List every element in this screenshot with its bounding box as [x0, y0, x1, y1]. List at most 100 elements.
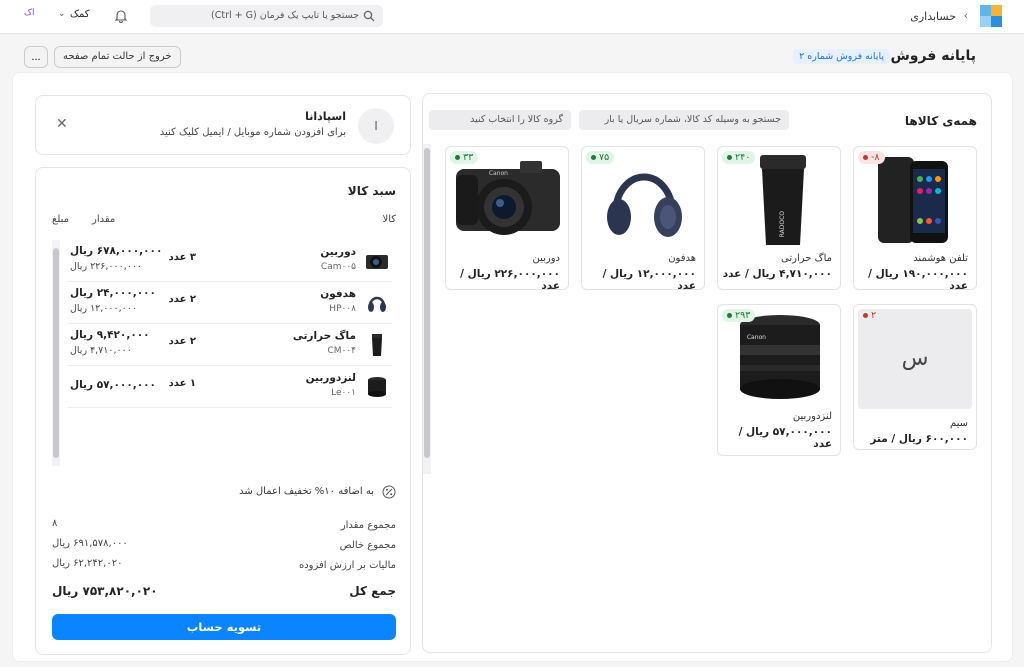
column-header-item: کالا	[382, 214, 396, 225]
cart-item-name: ماگ حرارتی	[292, 330, 356, 342]
discount-applied-text: به اضافه ۱۰% تخفیف اعمال شد	[239, 486, 374, 497]
cart-scrollbar[interactable]	[52, 240, 60, 466]
user-avatar[interactable]: اک	[24, 8, 35, 18]
app-name[interactable]: حسابداری	[910, 10, 956, 23]
cart-item-qty[interactable]: ۳ عدد	[169, 252, 196, 263]
product-card[interactable]: -۸ تلفن هوشمند ۱۹۰,۰۰۰,۰۰۰ ریال / عدد	[853, 146, 977, 292]
page-title: پایانه فروش	[890, 48, 976, 64]
product-price: ۴,۷۱۰,۰۰۰ ریال / عدد	[722, 268, 832, 280]
catalog-title: همه‌ی کالاها	[904, 114, 977, 128]
product-search-input[interactable]: جستجو به وسیله کد کالا، شماره سریال یا ب…	[579, 110, 789, 130]
stock-badge: -۸	[858, 151, 885, 164]
product-card[interactable]: س ۲ سیم ۶۰۰,۰۰۰ ریال / متر	[853, 304, 977, 450]
product-price: ۲۲۶,۰۰۰,۰۰۰ ریال / عدد	[460, 268, 560, 292]
checkout-button[interactable]: تسویه حساب	[52, 614, 396, 640]
chevron-left-icon: ›	[963, 9, 968, 22]
product-price: ۶۰۰,۰۰۰ ریال / متر	[870, 433, 968, 445]
cart-item-unit-price: ۱۲,۰۰۰,۰۰۰ ریال	[70, 303, 137, 314]
more-options-button[interactable]: ...	[24, 46, 48, 68]
product-name: تلفن هوشمند	[913, 253, 968, 264]
cart-panel: سبد کالا کالا مقدار مبلغ دوربین Cam۰۰۵ ۳…	[35, 167, 411, 655]
global-search-input[interactable]: جستجو یا تایپ یک فرمان (Ctrl + G)	[150, 5, 383, 27]
chevron-down-icon: ⌄	[58, 9, 66, 19]
vat-label: مالیات بر ارزش افزوده	[298, 560, 396, 571]
help-menu[interactable]: کمک	[70, 9, 90, 20]
product-price: ۱۹۰,۰۰۰,۰۰۰ ریال / عدد	[868, 268, 968, 292]
cart-row[interactable]: لنزدوربین Le۰۰۱ ۱ عدد ۵۷,۰۰۰,۰۰۰ ریال	[68, 366, 392, 408]
camera-lens-image: Canon	[722, 309, 836, 405]
customer-contact-hint[interactable]: برای افزودن شماره موبایل / ایمیل کلیک کن…	[160, 127, 346, 138]
cart-item-total: ۹,۴۲۰,۰۰۰ ریال	[70, 329, 150, 341]
cart-item-qty[interactable]: ۲ عدد	[169, 294, 196, 305]
app-logo-icon[interactable]	[980, 5, 1002, 27]
cart-item-code: Le۰۰۱	[331, 388, 356, 398]
product-card[interactable]: ۷۵ هدفون ۱۲,۰۰۰,۰۰۰ ریال / عدد	[581, 146, 705, 292]
terminal-badge: پایانه فروش شماره ۲	[793, 49, 890, 64]
discount-percent-icon	[382, 485, 396, 499]
cart-item-unit-price: ۲۲۶,۰۰۰,۰۰۰ ریال	[70, 261, 143, 272]
net-total-label: مجموع خالص	[339, 540, 396, 551]
product-price: ۱۲,۰۰۰,۰۰۰ ریال / عدد	[602, 268, 696, 292]
customer-panel[interactable]: ا اسپادانا برای افزودن شماره موبایل / ای…	[35, 95, 411, 155]
thermal-mug-image: RADOCO	[722, 151, 836, 247]
stock-badge: ۲۹۳	[722, 309, 756, 322]
thermal-mug-thumbnail-icon	[372, 334, 382, 356]
camera-lens-thumbnail-icon	[368, 377, 386, 397]
cart-item-code: CM۰۰۴	[327, 346, 356, 356]
cart-row[interactable]: هدفون HP۰۰۸ ۲ عدد ۲۴,۰۰۰,۰۰۰ ریال ۱۲,۰۰۰…	[68, 282, 392, 324]
cart-item-code: Cam۰۰۵	[320, 262, 356, 272]
stock-badge: ۲	[858, 309, 881, 322]
customer-avatar: ا	[358, 108, 394, 144]
close-icon[interactable]: ✕	[56, 116, 68, 132]
column-header-qty: مقدار	[92, 214, 116, 225]
product-group-select[interactable]: گروه کالا را انتخاب کنید	[429, 110, 571, 130]
stock-badge: ۲۴۰	[722, 151, 756, 164]
headphones-thumbnail-icon	[368, 296, 386, 312]
product-card[interactable]: Canon ۳۳ دوربین ۲۲۶,۰۰۰,۰۰۰ ریال / عدد	[445, 146, 569, 292]
cart-item-total: ۶۷۸,۰۰۰,۰۰۰ ریال	[70, 245, 163, 257]
product-name: دوربین	[532, 253, 560, 264]
product-price: ۵۷,۰۰۰,۰۰۰ ریال / عدد	[738, 426, 832, 450]
cart-item-total: ۲۴,۰۰۰,۰۰۰ ریال	[70, 287, 156, 299]
svg-text:Canon: Canon	[747, 334, 766, 341]
page-header: پایانه فروش پایانه فروش شماره ۲ خروج از …	[0, 34, 1024, 72]
search-placeholder: جستجو یا تایپ یک فرمان (Ctrl + G)	[211, 10, 359, 21]
cart-item-total: ۵۷,۰۰۰,۰۰۰ ریال	[70, 379, 156, 391]
cart-row[interactable]: ماگ حرارتی CM۰۰۴ ۲ عدد ۹,۴۲۰,۰۰۰ ریال ۴,…	[68, 324, 392, 366]
svg-text:Canon: Canon	[489, 170, 508, 177]
search-icon	[363, 10, 375, 22]
product-name: لنزدوربین	[792, 411, 832, 422]
cart-item-name: هدفون	[320, 288, 356, 300]
grand-total-value: ۷۵۳,۸۲۰,۰۲۰ ریال	[52, 584, 158, 598]
total-qty-label: مجموع مقدار	[340, 520, 396, 531]
total-qty-value: ۸	[52, 518, 58, 529]
exit-fullscreen-button[interactable]: خروج از حالت تمام صفحه	[54, 46, 181, 68]
cart-item-qty[interactable]: ۲ عدد	[169, 336, 196, 347]
svg-text:RADOCO: RADOCO	[779, 211, 786, 238]
cart-item-name: لنزدوربین	[305, 372, 356, 384]
product-name: هدفون	[668, 253, 696, 264]
letter-placeholder-image: س	[858, 309, 972, 409]
notification-bell-icon[interactable]	[114, 9, 128, 23]
product-name: سیم	[949, 418, 968, 429]
grand-total-label: جمع کل	[349, 584, 396, 598]
camera-image: Canon	[450, 151, 564, 247]
catalog-panel: همه‌ی کالاها جستجو به وسیله کد کالا، شما…	[422, 93, 992, 653]
headphones-image	[586, 151, 700, 247]
smartphone-image	[858, 151, 972, 247]
placeholder-letter: س	[901, 346, 929, 371]
product-card[interactable]: RADOCO ۲۴۰ ماگ حرارتی ۴,۷۱۰,۰۰۰ ریال / ع…	[717, 146, 841, 290]
product-card[interactable]: Canon ۲۹۳ لنزدوربین ۵۷,۰۰۰,۰۰۰ ریال / عد…	[717, 304, 841, 456]
cart-item-unit-price: ۴,۷۱۰,۰۰۰ ریال	[70, 345, 132, 356]
cart-item-name: دوربین	[320, 246, 356, 258]
stock-badge: ۷۵	[586, 151, 615, 164]
camera-thumbnail-icon	[366, 255, 388, 269]
catalog-scrollbar[interactable]	[423, 144, 431, 474]
top-bar: حسابداری › جستجو یا تایپ یک فرمان (Ctrl …	[0, 0, 1024, 34]
cart-item-qty[interactable]: ۱ عدد	[169, 378, 196, 389]
cart-row[interactable]: دوربین Cam۰۰۵ ۳ عدد ۶۷۸,۰۰۰,۰۰۰ ریال ۲۲۶…	[68, 240, 392, 282]
product-name: ماگ حرارتی	[781, 253, 832, 264]
pos-main: همه‌ی کالاها جستجو به وسیله کد کالا، شما…	[12, 72, 1013, 662]
cart-item-code: HP۰۰۸	[329, 304, 356, 314]
vat-value: ۶۲,۲۴۲,۰۲۰ ریال	[52, 558, 123, 569]
